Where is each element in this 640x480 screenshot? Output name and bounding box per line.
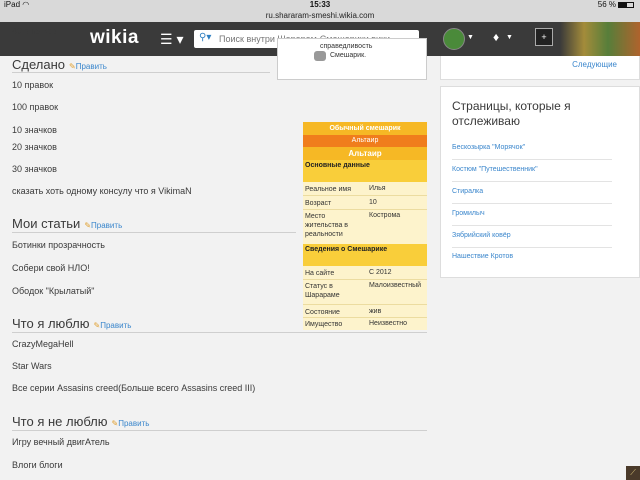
caption-text: справедливость: [320, 43, 373, 50]
search-icon[interactable]: ⚲▾: [199, 32, 211, 43]
contribute-icon[interactable]: +: [535, 28, 553, 46]
list-item: 10 правок: [12, 80, 54, 90]
chevron-down-icon[interactable]: ▼: [506, 34, 513, 41]
character-infobox: Обычный смешарик Альтаир Альтаир Основны…: [303, 122, 427, 330]
section-heading-done: Сделано ✎Править: [12, 57, 107, 72]
watchlist-link[interactable]: Зябрийский ковёр: [452, 232, 511, 239]
pencil-icon: ✎: [69, 62, 76, 71]
list-item: 30 значков: [12, 164, 57, 174]
infobox-row: Место жительства в реальности Кострома: [305, 212, 401, 238]
wiki-banner-decoration: [560, 22, 640, 56]
infobox-type: Обычный смешарик: [303, 122, 427, 135]
list-item: 20 значков: [12, 142, 57, 152]
watchlist-link[interactable]: Бескозырка "Морячок": [452, 144, 525, 151]
list-divider: [452, 247, 612, 248]
list-divider: [452, 225, 612, 226]
list-item: Все серии Assasins creed(Больше всего As…: [12, 383, 256, 393]
resize-handle-icon[interactable]: ⟋: [626, 466, 640, 480]
infobox-row: Реальное имя Илья: [305, 185, 386, 193]
list-item: CrazyMegaHell: [12, 339, 74, 349]
infobox-row: Состояние жив: [305, 308, 382, 316]
chevron-down-icon[interactable]: ▼: [467, 34, 474, 41]
infobox-row: На сайте С 2012: [305, 269, 392, 277]
watchlist-link[interactable]: Стиралка: [452, 188, 483, 195]
section-divider: [12, 430, 427, 431]
list-item: 100 правок: [12, 102, 59, 112]
battery-icon: [618, 1, 634, 8]
edit-section-link[interactable]: ✎Править: [94, 321, 132, 330]
clock: 15:33: [309, 0, 331, 9]
character-image: [314, 51, 326, 61]
list-item: сказать хоть одному консулу что я Vikima…: [12, 186, 192, 196]
module-title: Страницы, которые я отслеживаю: [452, 99, 571, 128]
list-item: 10 значков: [12, 125, 57, 135]
watchlist-link[interactable]: Громилыч: [452, 210, 485, 217]
user-avatar[interactable]: [443, 28, 465, 50]
battery-indicator: 56 %: [598, 0, 634, 9]
edit-section-link[interactable]: ✎Править: [69, 62, 107, 71]
list-item: Ободок "Крылатый": [12, 286, 95, 296]
section-heading-likes: Что я люблю ✎Править: [12, 316, 132, 331]
section-divider: [12, 232, 296, 233]
list-item: Star Wars: [12, 361, 52, 371]
infobox-row: Возраст 10: [305, 199, 377, 207]
infobox-name: Альтаир: [303, 147, 427, 160]
section-divider: [12, 332, 427, 333]
list-divider: [452, 181, 612, 182]
infobox-row: Имущество Неизвестно: [305, 320, 408, 328]
caption-text: Смешарик.: [330, 52, 367, 59]
list-item: Собери свой НЛО!: [12, 263, 90, 273]
section-divider: [12, 72, 270, 73]
edit-section-link[interactable]: ✎Править: [84, 221, 122, 230]
section-heading-articles: Мои статьи ✎Править: [12, 216, 123, 231]
watchlist-module: Страницы, которые я отслеживаю Бескозырк…: [440, 86, 640, 278]
watchlist-link[interactable]: Костюм "Путешественник": [452, 166, 538, 173]
list-divider: [452, 159, 612, 160]
image-box-fragment: справедливость Смешарик.: [277, 38, 427, 80]
list-item: Ботинки прозрачность: [12, 240, 105, 250]
list-item: Влоги блоги: [12, 460, 63, 470]
edit-section-link[interactable]: ✎Править: [112, 419, 150, 428]
rail-module-fragment: Следующие: [440, 56, 640, 80]
section-heading-dislikes: Что я не люблю ✎Править: [12, 414, 150, 429]
infobox-row: Статус в Шарараме Малоизвестный: [305, 282, 422, 299]
list-item: 40 значков: [12, 26, 57, 36]
wikia-logo[interactable]: wikia: [90, 27, 139, 49]
list-divider: [452, 203, 612, 204]
infobox-section-heading: Сведения о Смешарике: [303, 244, 427, 266]
bell-icon[interactable]: ♦: [493, 30, 499, 44]
ios-status-bar: iPad ◠ 15:33 56 %: [0, 0, 640, 10]
next-link[interactable]: Следующие: [572, 60, 617, 69]
address-bar[interactable]: ru.shararam-smeshi.wikia.com: [0, 10, 640, 22]
infobox-section-heading: Основные данные: [303, 160, 427, 182]
infobox-subtype: Альтаир: [303, 135, 427, 147]
list-item: Игру вечный двигАтель: [12, 437, 110, 447]
watchlist-link[interactable]: Нашествие Кротов: [452, 253, 513, 260]
menu-icon[interactable]: ☰ ▾: [160, 31, 183, 48]
